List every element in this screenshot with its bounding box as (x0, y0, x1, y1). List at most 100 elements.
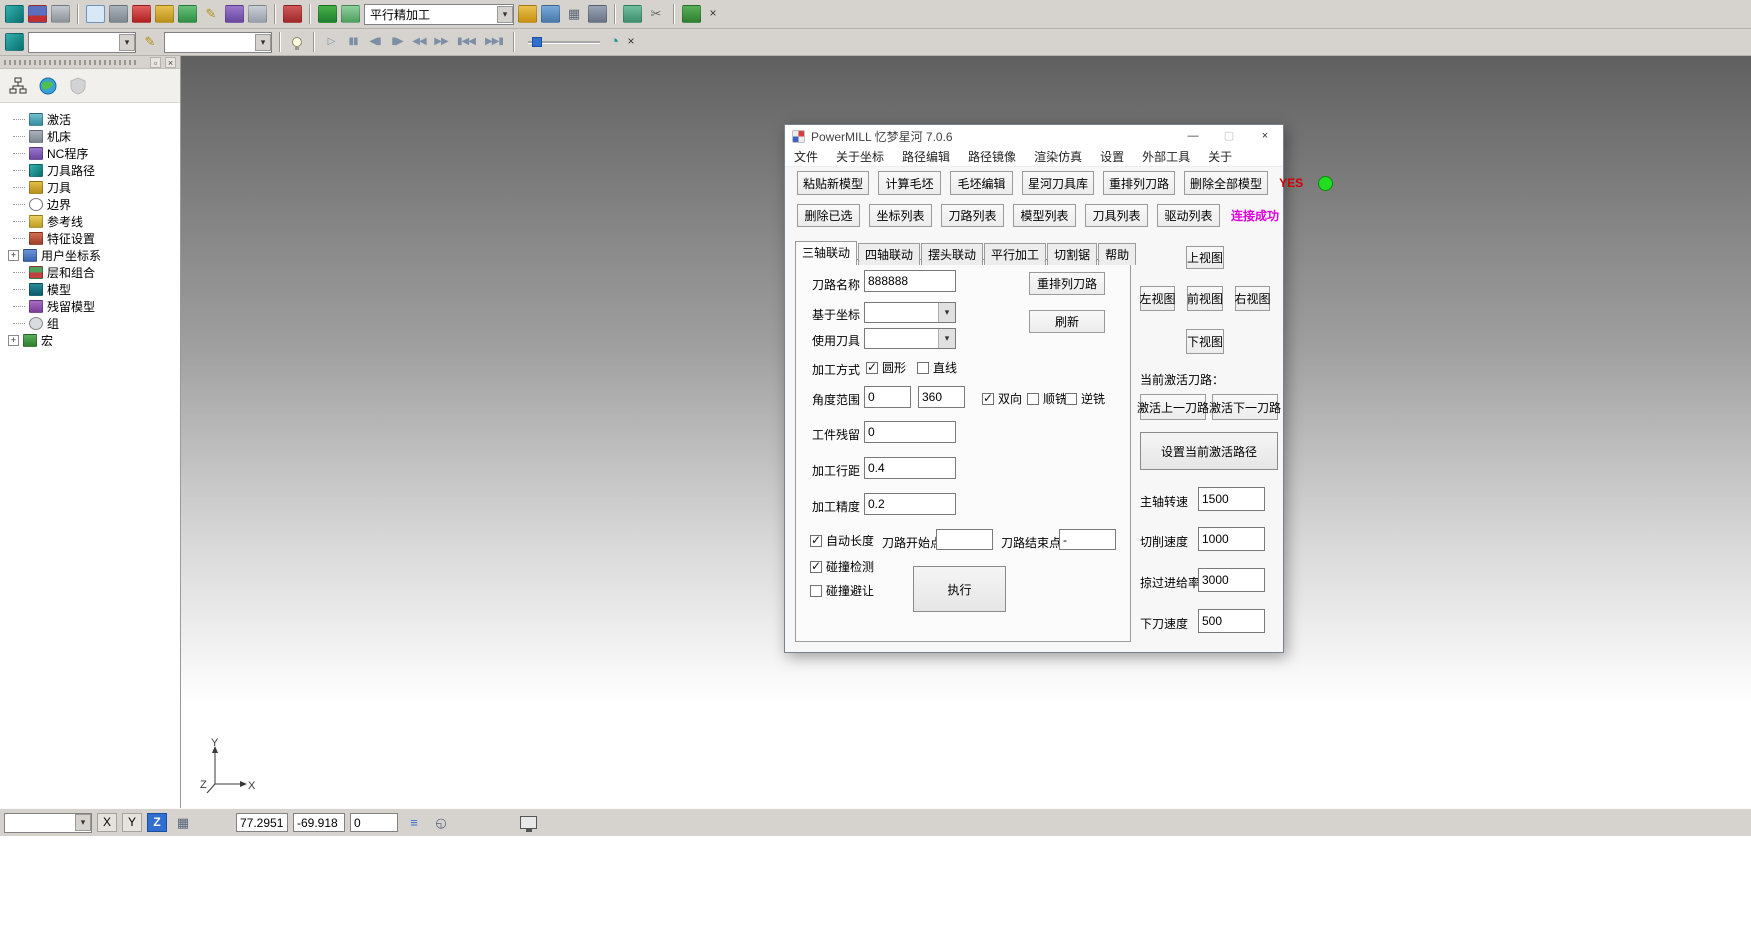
layers-stack-icon[interactable] (5, 5, 24, 23)
monitor-icon[interactable] (520, 816, 537, 829)
statistics-icon[interactable] (541, 5, 560, 23)
fast-forward-icon[interactable]: ▶▶ (432, 33, 450, 51)
menu-about-coords[interactable]: 关于坐标 (827, 148, 893, 165)
feature-icon[interactable] (225, 5, 244, 23)
end-point-input[interactable] (1059, 529, 1116, 550)
coord-list-button[interactable]: 坐标列表 (869, 204, 932, 227)
tab-3axis[interactable]: 三轴联动 (795, 241, 857, 265)
chevron-down-icon[interactable]: ▾ (938, 303, 955, 322)
chevron-down-icon[interactable]: ▾ (938, 329, 955, 348)
maximize-button[interactable]: ▢ (1211, 126, 1247, 147)
go-to-end-icon[interactable]: ▶▶▮ (482, 33, 506, 51)
menu-file[interactable]: 文件 (785, 148, 827, 165)
slider-thumb[interactable] (532, 37, 542, 47)
chevron-down-icon[interactable]: ▾ (75, 814, 91, 831)
menu-settings[interactable]: 设置 (1091, 148, 1133, 165)
collision-avoid-checkbox[interactable]: 碰撞避让 (810, 582, 874, 599)
tab-help[interactable]: 帮助 (1098, 243, 1136, 265)
levels-icon[interactable] (318, 5, 337, 23)
tool-list-button[interactable]: 刀具列表 (1085, 204, 1148, 227)
checkbox-icon[interactable] (810, 561, 822, 573)
panel-grip[interactable]: ▫ × (0, 56, 180, 69)
menu-path-edit[interactable]: 路径编辑 (893, 148, 959, 165)
list-icon[interactable]: ≡ (403, 815, 425, 830)
mode-circle-checkbox[interactable]: 圆形 (866, 359, 906, 376)
toolpath-stack-icon[interactable] (5, 33, 24, 51)
nc-program-icon[interactable] (283, 5, 302, 23)
plunge-feed-input[interactable] (1198, 609, 1265, 633)
tree-item-group[interactable]: 组 (6, 315, 180, 332)
activate-next-toolpath-button[interactable]: 激活下一刀路 (1212, 394, 1278, 420)
tree-item-boundary[interactable]: 边界 (6, 196, 180, 213)
compute-stock-button[interactable]: 计算毛坯 (878, 171, 941, 195)
checkbox-icon[interactable] (1065, 393, 1077, 405)
angle-to-input[interactable] (918, 386, 965, 408)
tree-item-model[interactable]: 模型 (6, 281, 180, 298)
toolbar-close-icon[interactable]: × (623, 34, 639, 50)
toolpath-name-input[interactable] (864, 270, 956, 292)
pause-icon[interactable]: ▮▮ (344, 33, 362, 51)
bidirectional-checkbox[interactable]: 双向 (982, 390, 1022, 407)
save-icon[interactable] (28, 5, 47, 23)
collision-check-checkbox[interactable]: 碰撞检测 (810, 558, 874, 575)
stepover-input[interactable] (864, 457, 956, 479)
coord-y-input[interactable] (293, 813, 345, 832)
tab-swivel[interactable]: 摆头联动 (921, 243, 983, 265)
coord-x-input[interactable] (236, 813, 288, 832)
menu-about[interactable]: 关于 (1199, 148, 1241, 165)
tree-item-macro[interactable]: +宏 (6, 332, 180, 349)
binoculars-icon[interactable] (682, 5, 701, 23)
toolpath-list-button[interactable]: 刀路列表 (941, 204, 1004, 227)
axis-z-button[interactable]: Z (147, 813, 167, 832)
view-front-button[interactable]: 前视图 (1187, 286, 1223, 311)
checkbox-icon[interactable] (1027, 393, 1039, 405)
panel-float-icon[interactable]: ▫ (150, 57, 161, 68)
block-icon[interactable] (86, 5, 105, 23)
shield-icon[interactable] (66, 74, 90, 98)
stock-edit-button[interactable]: 毛坯编辑 (950, 171, 1013, 195)
tree-item-levels[interactable]: 层和组合 (6, 264, 180, 281)
expand-icon[interactable]: + (8, 250, 19, 261)
statusbar-combo[interactable]: ▾ (4, 813, 92, 833)
tolerance-input[interactable] (864, 493, 956, 515)
spindle-speed-input[interactable] (1198, 487, 1265, 511)
checkbox-icon[interactable] (917, 362, 929, 374)
cutting-feed-input[interactable] (1198, 527, 1265, 551)
play-icon[interactable]: ▷ (322, 33, 340, 51)
tree-item-workplane[interactable]: +用户坐标系 (6, 247, 180, 264)
toolpath-edit-icon[interactable] (155, 5, 174, 23)
tree-item-tool[interactable]: 刀具 (6, 179, 180, 196)
axis-x-button[interactable]: X (97, 813, 117, 832)
skim-feed-input[interactable] (1198, 568, 1265, 592)
rearrange-toolpaths-button[interactable]: 重排列刀路 (1103, 171, 1175, 195)
edit-chart-icon[interactable] (623, 5, 642, 23)
machine-icon[interactable] (109, 5, 128, 23)
delete-all-models-button[interactable]: 删除全部模型 (1184, 171, 1268, 195)
tab-parallel[interactable]: 平行加工 (984, 243, 1046, 265)
stock-allowance-input[interactable] (864, 421, 956, 443)
toolbar-close-icon[interactable]: × (705, 6, 721, 22)
climb-mill-checkbox[interactable]: 顺铣 (1027, 390, 1067, 407)
tree-item-activate[interactable]: 激活 (6, 111, 180, 128)
paste-new-model-button[interactable]: 粘贴新模型 (797, 171, 869, 195)
grid-icon[interactable]: ▦ (564, 5, 584, 23)
angle-from-input[interactable] (864, 386, 911, 408)
chevron-down-icon[interactable]: ▾ (255, 34, 271, 51)
hierarchy-icon[interactable] (6, 74, 30, 98)
simulation-toolpath-combo[interactable]: ▾ (28, 32, 136, 53)
tab-4axis[interactable]: 四轴联动 (858, 243, 920, 265)
simulation-tool-combo[interactable]: ▾ (164, 32, 272, 53)
chevron-down-icon[interactable]: ▾ (497, 6, 513, 23)
axis-y-button[interactable]: Y (122, 813, 142, 832)
view-top-button[interactable]: 上视图 (1186, 246, 1224, 269)
conventional-mill-checkbox[interactable]: 逆铣 (1065, 390, 1105, 407)
tab-saw[interactable]: 切割锯 (1047, 243, 1097, 265)
grid-table-icon[interactable]: ▦ (172, 815, 194, 831)
view-bottom-button[interactable]: 下视图 (1186, 329, 1224, 354)
tree-item-toolpath[interactable]: 刀具路径 (6, 162, 180, 179)
workplane-icon[interactable] (248, 5, 267, 23)
step-forward-icon[interactable]: ▮▶ (388, 33, 406, 51)
simulation-speed-slider[interactable] (528, 36, 600, 48)
delete-selected-button[interactable]: 删除已选 (797, 204, 860, 227)
dialog-titlebar[interactable]: PowerMILL 忆梦星河 7.0.6 — ▢ × (785, 125, 1283, 147)
